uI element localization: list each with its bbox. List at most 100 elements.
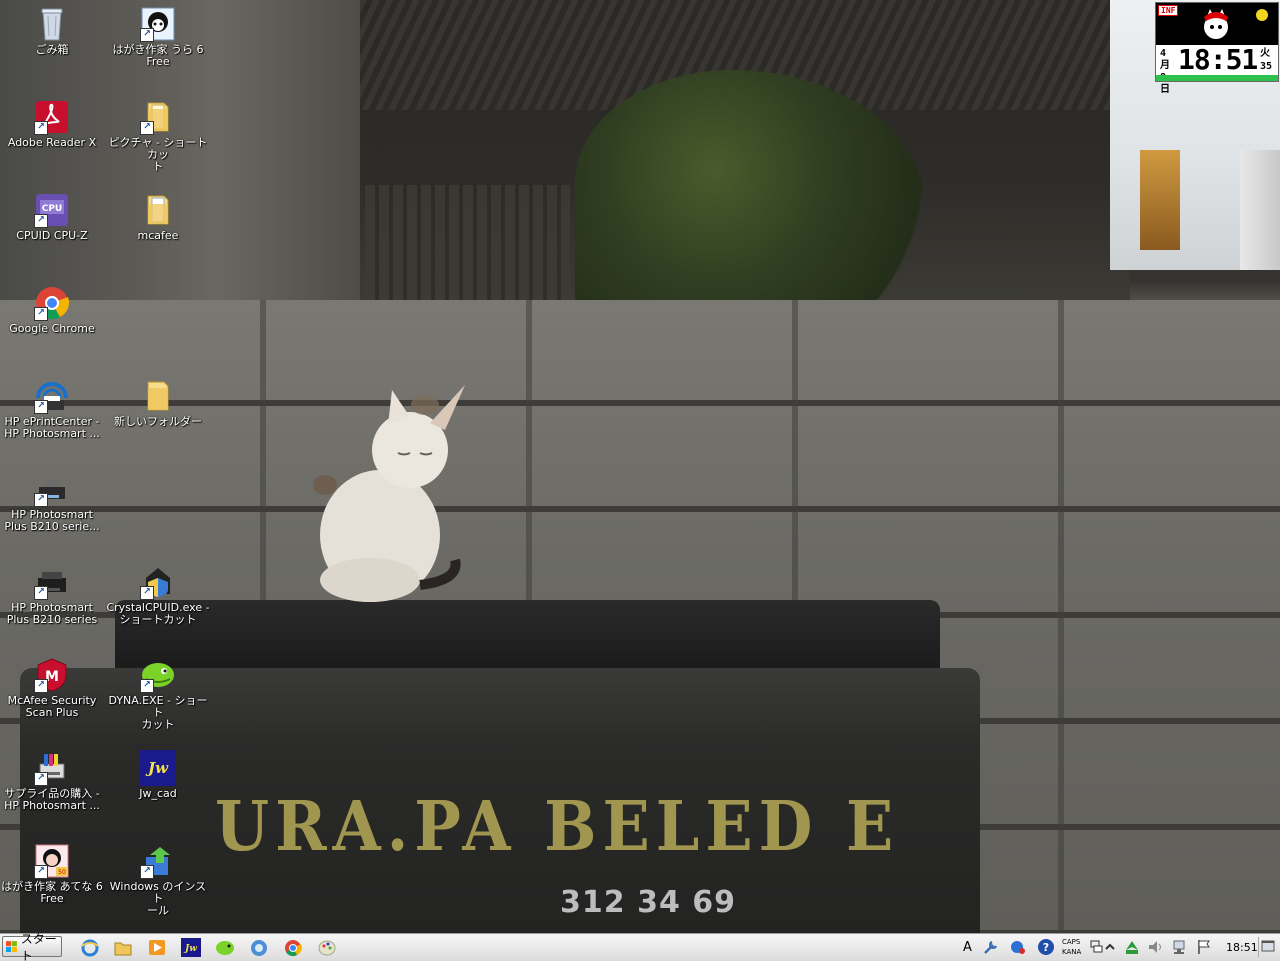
desktop-icon-label: 新しいフォルダー xyxy=(114,415,202,428)
shortcut-arrow-icon: ↗ xyxy=(34,121,48,135)
start-button[interactable]: スタート xyxy=(2,932,62,963)
jwcad-icon: Jw xyxy=(140,750,176,786)
shortcut-arrow-icon: ↗ xyxy=(140,121,154,135)
clock-month: 4月 xyxy=(1160,48,1170,71)
show-desktop-button[interactable] xyxy=(1258,937,1277,957)
desktop-icon-mcafee-scan[interactable]: M ↗ McAfee Security Scan Plus xyxy=(0,657,104,719)
desktop-icon-chrome[interactable]: ↗ Google Chrome xyxy=(0,285,104,335)
desktop-icon-mcafee-folder[interactable]: mcafee xyxy=(106,192,210,242)
svg-text:CPU: CPU xyxy=(42,204,63,214)
desktop-icon-label: Jw_cad xyxy=(139,787,177,800)
desktop-icon-pictures-shortcut[interactable]: ↗ ピクチャ - ショートカッ ト xyxy=(106,99,210,173)
shortcut-arrow-icon: ↗ xyxy=(140,679,154,693)
wallpaper-cat xyxy=(313,385,465,602)
desktop-icon-label: Adobe Reader X xyxy=(7,136,97,149)
desktop-icon-new-folder[interactable]: 新しいフォルダー xyxy=(106,378,210,428)
clock-widget[interactable]: INF 4月 8日 18:51 火 35 xyxy=(1155,2,1279,95)
chrome-icon[interactable] xyxy=(283,938,303,957)
mcafee-icon: M ↗ xyxy=(34,657,70,693)
desktop-icon-adobe-reader[interactable]: ↗ Adobe Reader X xyxy=(0,99,104,149)
shortcut-arrow-icon: ↗ xyxy=(34,307,48,321)
show-hidden-icons-chevron-icon[interactable] xyxy=(1104,938,1122,956)
recycle-bin-icon xyxy=(34,6,70,42)
clock-status-bar xyxy=(1156,75,1278,81)
caps-indicator: CAPS xyxy=(1062,938,1081,946)
paint-icon[interactable] xyxy=(317,938,337,957)
volume-icon[interactable] xyxy=(1147,938,1165,956)
desktop-icon-hagaki-atena[interactable]: 50 ↗ はがき作家 あてな 6 Free xyxy=(0,843,104,905)
desktop-icon-hp-eprint[interactable]: ↗ HP ePrintCenter - HP Photosmart ... xyxy=(0,378,104,440)
ime-mode-indicator[interactable]: A xyxy=(963,940,972,955)
svg-text:Jw: Jw xyxy=(183,944,197,954)
ime-pad-icon[interactable] xyxy=(1009,938,1027,956)
desktop-icon-label: Google Chrome xyxy=(9,322,95,335)
desktop-icon-label: はがき作家 あてな 6 Free xyxy=(1,880,103,905)
desktop-icon-label: DYNA.EXE - ショート カット xyxy=(108,694,208,731)
desktop-icon-label: CPUID CPU-Z xyxy=(16,229,88,242)
desktop-icon-recycle-bin[interactable]: ごみ箱 xyxy=(0,6,104,56)
caps-kana-indicator: CAPS KANA xyxy=(1062,937,1081,957)
clock-cat-mascot-icon xyxy=(1204,9,1228,39)
printer-icon: ↗ xyxy=(34,564,70,600)
desktop-icon-label: サプライ品の購入 - HP Photosmart ... xyxy=(4,787,100,812)
desktop-icon-hagaki-ura[interactable]: ↗ はがき作家 うら 6 Free xyxy=(106,6,210,68)
desktop-icon-crystalcpuid[interactable]: ↗ CrystalCPUID.exe - ショートカット xyxy=(106,564,210,626)
action-center-flag-icon[interactable] xyxy=(1195,938,1213,956)
shortcut-arrow-icon: ↗ xyxy=(34,772,48,786)
shortcut-arrow-icon: ↗ xyxy=(140,865,154,879)
dyna-icon[interactable] xyxy=(215,938,235,957)
shortcut-arrow-icon: ↗ xyxy=(140,586,154,600)
hagaki-ura-icon: ↗ xyxy=(140,6,176,42)
help-icon[interactable]: ? xyxy=(1037,938,1055,956)
wallpaper-bin-lid xyxy=(115,600,940,670)
wallpaper-bin-lettering: URA.PA BELED E xyxy=(215,786,900,867)
desktop-icon-supply-buy[interactable]: ↗ サプライ品の購入 - HP Photosmart ... xyxy=(0,750,104,812)
desktop-icon-label: CrystalCPUID.exe - ショートカット xyxy=(106,601,210,626)
clock-date: 4月 8日 xyxy=(1160,48,1176,96)
printer-supply-icon: ↗ xyxy=(34,750,70,786)
hagaki-atena-icon: 50 ↗ xyxy=(34,843,70,879)
desktop-icon-jwcad[interactable]: Jw Jw_cad xyxy=(106,750,210,800)
tools-icon[interactable] xyxy=(982,938,1000,956)
crystalcpuid-icon: ↗ xyxy=(140,564,176,600)
shortcut-arrow-icon: ↗ xyxy=(34,865,48,879)
start-button-label: スタート xyxy=(20,931,57,963)
taskbar-clock[interactable]: 18:51 xyxy=(1226,941,1258,954)
desktop-icon-cpuz[interactable]: CPU ↗ CPUID CPU-Z xyxy=(0,192,104,242)
svg-text:50: 50 xyxy=(58,869,66,876)
clock-seconds: 35 xyxy=(1260,61,1273,72)
jwcad-icon[interactable]: Jw xyxy=(181,938,201,957)
windows-install-icon: ↗ xyxy=(140,843,176,879)
ie-icon[interactable] xyxy=(80,938,100,957)
folder-icon xyxy=(140,378,176,414)
cpuz-icon: CPU ↗ xyxy=(34,192,70,228)
wallpaper-bin-number: 312 34 69 xyxy=(560,885,737,920)
mcafee-tray-icon[interactable] xyxy=(1123,938,1141,956)
shortcut-arrow-icon: ↗ xyxy=(34,493,48,507)
explorer-icon[interactable] xyxy=(113,938,133,957)
windows-logo-icon xyxy=(6,940,17,952)
desktop-icon-label: HP Photosmart Plus B210 series xyxy=(6,601,98,626)
network-icon[interactable] xyxy=(249,938,269,957)
desktop-icon-windows-install[interactable]: ↗ Windows のインスト ール xyxy=(106,843,210,917)
desktop-icon-dyna[interactable]: ↗ DYNA.EXE - ショート カット xyxy=(106,657,210,731)
taskbar: スタート Jw A ? CAPS KANA 18:51 xyxy=(0,932,1280,963)
dyna-icon: ↗ xyxy=(140,657,176,693)
desktop-icon-label: ピクチャ - ショートカッ ト xyxy=(108,136,208,173)
shortcut-arrow-icon: ↗ xyxy=(34,214,48,228)
svg-text:Jw: Jw xyxy=(145,759,169,777)
desktop-icon-label: はがき作家 うら 6 Free xyxy=(112,43,204,68)
network-status-icon[interactable] xyxy=(1171,938,1189,956)
clock-time: 18:51 xyxy=(1178,43,1258,76)
chrome-icon: ↗ xyxy=(34,285,70,321)
desktop-icon-label: ごみ箱 xyxy=(35,43,69,56)
desktop-icon-hp-photosmart-1[interactable]: ↗ HP Photosmart Plus B210 serie... xyxy=(0,471,104,533)
media-player-icon[interactable] xyxy=(147,938,167,957)
printer-icon: ↗ xyxy=(34,471,70,507)
shortcut-arrow-icon: ↗ xyxy=(34,679,48,693)
shortcut-arrow-icon: ↗ xyxy=(140,28,154,42)
desktop-icon-label: McAfee Security Scan Plus xyxy=(7,694,97,719)
desktop-icon-hp-photosmart-2[interactable]: ↗ HP Photosmart Plus B210 series xyxy=(0,564,104,626)
folder-icon xyxy=(140,192,176,228)
shortcut-arrow-icon: ↗ xyxy=(34,400,48,414)
